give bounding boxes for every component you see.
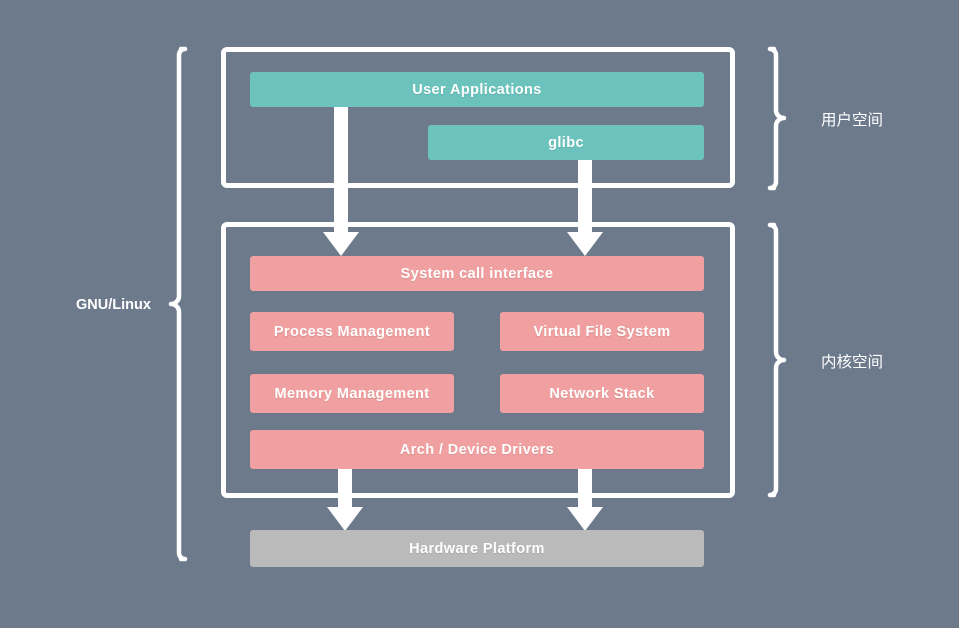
box-hardware-platform-label: Hardware Platform: [409, 540, 545, 557]
box-arch-device-drivers-label: Arch / Device Drivers: [399, 441, 555, 458]
box-system-call-interface-label: System call interface: [400, 265, 554, 282]
box-system-call-interface[interactable]: System call interface: [250, 256, 704, 291]
box-hardware-platform[interactable]: Hardware Platform: [250, 530, 704, 567]
box-process-management-label: Process Management: [273, 323, 431, 340]
label-user-space: 用户空间: [821, 111, 884, 129]
user-space-brace: [767, 46, 787, 191]
box-arch-device-drivers[interactable]: Arch / Device Drivers: [250, 430, 704, 469]
box-virtual-file-system[interactable]: Virtual File System: [500, 312, 704, 351]
gnu-linux-brace: [168, 46, 188, 562]
box-memory-management-label: Memory Management: [274, 385, 430, 402]
box-network-stack-label: Network Stack: [549, 385, 655, 402]
label-kernel-space: 内核空间: [821, 353, 884, 371]
box-glibc[interactable]: glibc: [428, 125, 704, 160]
box-network-stack[interactable]: Network Stack: [500, 374, 704, 413]
user-space-container: [221, 47, 735, 188]
box-memory-management[interactable]: Memory Management: [250, 374, 454, 413]
box-process-management[interactable]: Process Management: [250, 312, 454, 351]
box-glibc-label: glibc: [548, 134, 584, 151]
kernel-space-brace: [767, 222, 787, 498]
label-gnu-linux: GNU/Linux: [76, 297, 151, 313]
box-user-applications-label: User Applications: [412, 81, 542, 98]
box-user-applications[interactable]: User Applications: [250, 72, 704, 107]
box-virtual-file-system-label: Virtual File System: [533, 323, 671, 340]
diagram-canvas: User Applications glibc System call inte…: [0, 0, 959, 628]
